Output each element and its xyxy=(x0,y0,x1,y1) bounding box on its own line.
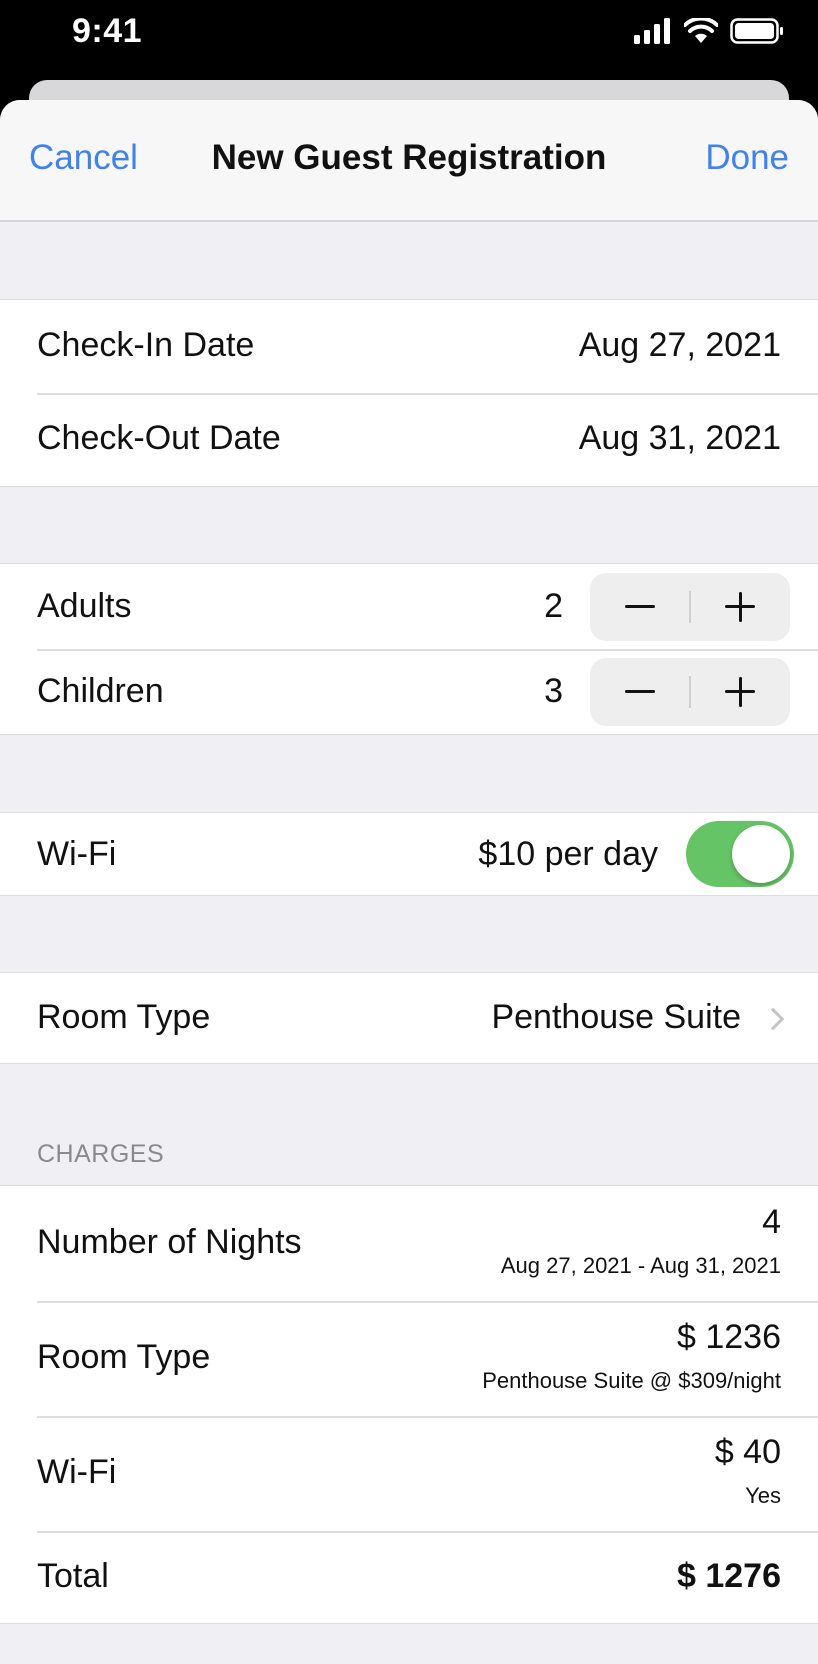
total-label: Total xyxy=(37,1557,109,1595)
adults-label: Adults xyxy=(37,587,132,625)
children-label: Children xyxy=(37,672,164,710)
adults-stepper[interactable] xyxy=(590,573,790,641)
cellular-signal-icon xyxy=(634,18,670,44)
children-row: Children 3 xyxy=(0,649,818,734)
nights-detail: Aug 27, 2021 - Aug 31, 2021 xyxy=(500,1253,781,1278)
toggle-knob xyxy=(732,825,790,883)
wifi-charge-detail: Yes xyxy=(745,1483,781,1508)
children-stepper[interactable] xyxy=(590,658,790,726)
wifi-charge-value: $ 40 xyxy=(714,1433,781,1471)
room-type-row[interactable]: Room Type Penthouse Suite xyxy=(0,973,818,1063)
wifi-label: Wi-Fi xyxy=(37,835,117,873)
wifi-charge-label: Wi-Fi xyxy=(37,1453,117,1491)
charges-section-header: CHARGES xyxy=(37,1140,165,1168)
wifi-section: Wi-Fi $10 per day xyxy=(0,812,818,896)
adults-decrement-button[interactable] xyxy=(590,573,690,641)
check-in-value[interactable]: Aug 27, 2021 xyxy=(579,326,781,365)
status-bar: 9:41 xyxy=(0,0,818,80)
wifi-toggle[interactable] xyxy=(686,821,794,887)
room-charge-value: $ 1236 xyxy=(677,1318,781,1356)
status-time: 9:41 xyxy=(72,12,143,50)
registration-sheet: Cancel New Guest Registration Done Check… xyxy=(0,100,818,1664)
nights-label: Number of Nights xyxy=(37,1223,302,1261)
check-out-value[interactable]: Aug 31, 2021 xyxy=(579,419,781,458)
check-in-label: Check-In Date xyxy=(37,326,255,364)
check-in-row[interactable]: Check-In Date Aug 27, 2021 xyxy=(0,300,818,393)
nights-row: Number of Nights 4 Aug 27, 2021 - Aug 31… xyxy=(0,1186,818,1301)
room-type-value: Penthouse Suite xyxy=(491,998,741,1036)
status-icons xyxy=(634,18,784,44)
wifi-charge-row: Wi-Fi $ 40 Yes xyxy=(0,1416,818,1531)
check-out-row[interactable]: Check-Out Date Aug 31, 2021 xyxy=(0,393,818,486)
total-value: $ 1276 xyxy=(677,1557,781,1595)
chevron-right-icon xyxy=(761,1007,785,1031)
room-type-label: Room Type xyxy=(37,998,211,1036)
children-decrement-button[interactable] xyxy=(590,658,690,726)
adults-increment-button[interactable] xyxy=(690,573,790,641)
room-section: Room Type Penthouse Suite xyxy=(0,972,818,1064)
room-charge-row: Room Type $ 1236 Penthouse Suite @ $309/… xyxy=(0,1301,818,1416)
charges-section: Number of Nights 4 Aug 27, 2021 - Aug 31… xyxy=(0,1185,818,1624)
minus-icon xyxy=(625,690,655,693)
children-increment-button[interactable] xyxy=(690,658,790,726)
guests-section: Adults 2 Children 3 xyxy=(0,563,818,735)
navigation-bar: Cancel New Guest Registration Done xyxy=(0,100,818,222)
wifi-row: Wi-Fi $10 per day xyxy=(0,813,818,895)
nights-value: 4 xyxy=(762,1203,781,1241)
adults-row: Adults 2 xyxy=(0,564,818,649)
plus-icon-vertical xyxy=(738,592,742,622)
battery-icon xyxy=(730,18,783,44)
wifi-icon xyxy=(684,18,718,43)
plus-icon-vertical xyxy=(738,677,742,707)
children-count: 3 xyxy=(544,672,563,710)
total-row: Total $ 1276 xyxy=(0,1531,818,1623)
dates-section: Check-In Date Aug 27, 2021 Check-Out Dat… xyxy=(0,299,818,487)
minus-icon xyxy=(625,605,655,608)
done-button[interactable]: Done xyxy=(705,138,789,178)
adults-count: 2 xyxy=(544,587,563,625)
room-charge-detail: Penthouse Suite @ $309/night xyxy=(482,1368,781,1393)
page-title: New Guest Registration xyxy=(211,138,607,177)
check-out-label: Check-Out Date xyxy=(37,419,281,457)
wifi-price: $10 per day xyxy=(478,835,658,873)
room-charge-label: Room Type xyxy=(37,1338,211,1376)
